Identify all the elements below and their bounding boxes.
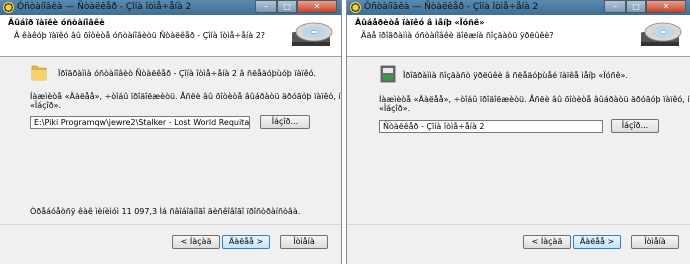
cd-disc-icon (641, 22, 682, 46)
instructions-line2: «Îáçîð». (379, 104, 411, 113)
back-button[interactable]: < Íàçàä (172, 235, 220, 249)
next-button[interactable]: Äàëåå > (573, 235, 621, 249)
wizard-header: Âûáåðèòå ïàïêó â ìåíþ «Ïóñê» Ãäå ïðîãðàì… (347, 15, 690, 57)
disk-space-text: Òðåáóåòñÿ êàê ìèíèìóì 11 097,3 Ìá ñâîáîä… (30, 207, 301, 216)
instructions-line1: Íàæìèòå «Äàëåå», ÷òîáû ïðîäîëæèòü. Åñëè … (30, 92, 342, 101)
cancel-button[interactable]: Îòìåíà (280, 235, 328, 249)
instructions-line1: Íàæìèòå «Äàëåå», ÷òîáû ïðîäîëæèòü. Åñëè … (379, 95, 690, 104)
window-title: Óñòàíîâêà — Ñòàëêåð - Çîíà îòìå÷åíà 2 (17, 2, 192, 12)
cancel-button[interactable]: Îòìåíà (631, 235, 679, 249)
info-text: Ïðîãðàììà óñòàíîâèò Ñòàëêåð - Çîíà îòìå÷… (58, 69, 316, 78)
setup-window-destination: Óñòàíîâêà — Ñòàëêåð - Çîíà îòìå÷åíà 2 – … (0, 0, 342, 264)
info-text: Ïðîãðàììà ñîçäàñò ÿðëûêè â ñëåäóþùåé ïàï… (403, 71, 628, 80)
start-menu-folder-icon (380, 65, 396, 83)
title-bar[interactable]: Óñòàíîâêà — Ñòàëêåð - Çîíà îòìå÷åíà 2 – … (0, 0, 341, 15)
header-subtitle: Â êàêóþ ïàïêó âû õîòèòå óñòàíîâèòü Ñòàëê… (14, 31, 266, 40)
cd-disc-icon (292, 22, 333, 46)
browse-button[interactable]: Îáçîð... (260, 115, 310, 129)
next-button[interactable]: Äàëåå > (222, 235, 270, 249)
wizard-footer: < Íàçàä Äàëåå > Îòìåíà (347, 224, 690, 264)
wizard-header: Âûáîð ïàïêè óñòàíîâêè Â êàêóþ ïàïêó âû õ… (0, 15, 341, 57)
start-menu-folder-input[interactable]: Ñòàëêåð - Çîíà îòìå÷åíà 2 (379, 120, 603, 133)
destination-path-input[interactable]: E:\Piki Programqw\jewre2\Stalker - Lost … (30, 116, 250, 129)
browse-button[interactable]: Îáçîð... (611, 119, 659, 133)
maximize-button[interactable]: □ (626, 0, 646, 13)
setup-window-start-menu: Óñòàíîâêà — Ñòàëêåð - Çîíà îòìå÷åíà 2 – … (346, 0, 690, 264)
header-title: Âûáåðèòå ïàïêó â ìåíþ «Ïóñê» (355, 18, 485, 27)
folder-icon (31, 65, 47, 81)
close-button[interactable]: ✕ (297, 0, 337, 13)
minimize-button[interactable]: – (604, 0, 626, 13)
installer-icon (3, 2, 14, 13)
window-title: Óñòàíîâêà — Ñòàëêåð - Çîíà îòìå÷åíà 2 (364, 2, 539, 12)
wizard-footer: < Íàçàä Äàëåå > Îòìåíà (0, 224, 341, 264)
instructions-line2: «Îáçîð». (30, 101, 62, 110)
back-button[interactable]: < Íàçàä (523, 235, 571, 249)
minimize-button[interactable]: – (255, 0, 277, 13)
header-subtitle: Ãäå ïðîãðàììà óñòàíîâêè äîëæíà ñîçäàòü ÿ… (361, 31, 554, 40)
close-button[interactable]: ✕ (646, 0, 686, 13)
maximize-button[interactable]: □ (277, 0, 297, 13)
title-bar[interactable]: Óñòàíîâêà — Ñòàëêåð - Çîíà îòìå÷åíà 2 – … (347, 0, 690, 15)
installer-icon (350, 2, 361, 13)
header-title: Âûáîð ïàïêè óñòàíîâêè (8, 18, 105, 27)
